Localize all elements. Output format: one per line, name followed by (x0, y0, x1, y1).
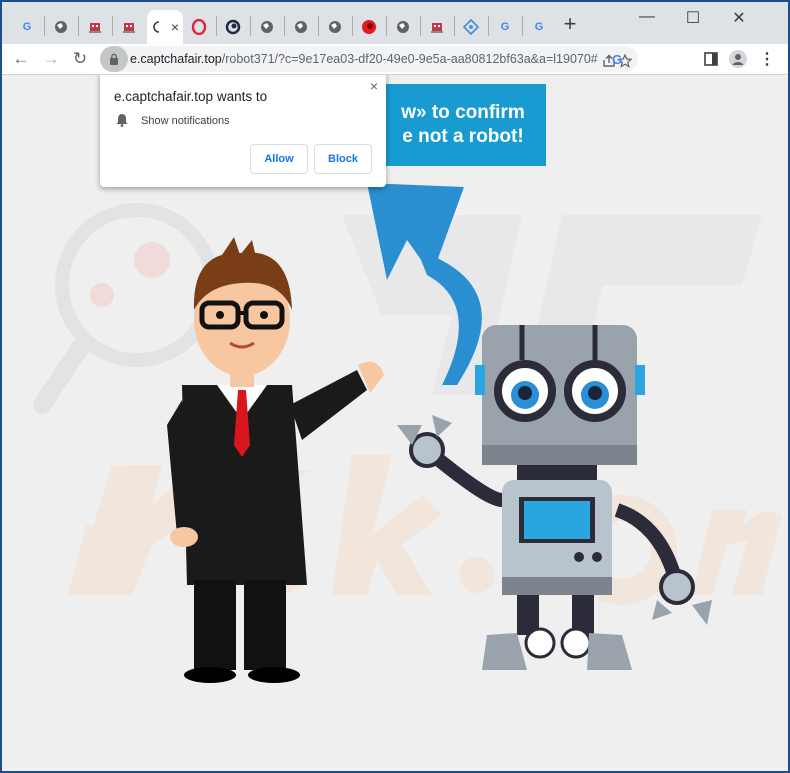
block-button[interactable]: Block (314, 144, 372, 174)
url-text[interactable]: e.captchafair.top/robot371/?c=9e17ea03-d… (130, 52, 598, 66)
tab-16[interactable]: G (524, 10, 554, 44)
address-bar[interactable]: e.captchafair.top/robot371/?c=9e17ea03-d… (100, 46, 638, 72)
tab-13[interactable] (422, 10, 452, 44)
tab-12[interactable] (388, 10, 418, 44)
page-content: w» to confirm e not a robot! e.captchafa… (2, 75, 788, 771)
google-lens-icon[interactable]: G (608, 50, 626, 68)
sidebar-icon[interactable] (702, 50, 720, 68)
tab-4[interactable] (114, 10, 144, 44)
google-g-icon: G (534, 21, 544, 33)
forward-button[interactable]: → (40, 48, 62, 70)
browser-toolbar: ← → ↻ e.captchafair.top/robot371/?c=9e17… (2, 44, 788, 75)
tab-9[interactable] (286, 10, 316, 44)
globe-icon (327, 19, 343, 35)
bell-icon (116, 113, 128, 132)
globe-icon (395, 19, 411, 35)
tab-14[interactable] (456, 10, 486, 44)
prompt-close-button[interactable]: × (370, 78, 378, 94)
maximize-button[interactable]: ☐ (678, 8, 708, 28)
reload-button[interactable]: ↻ (69, 48, 91, 70)
close-window-button[interactable]: ✕ (724, 8, 754, 28)
globe-icon (259, 19, 275, 35)
new-tab-button[interactable]: + (559, 13, 581, 36)
loading-icon (151, 19, 167, 35)
tab-strip: G × G G + — ☐ ✕ (2, 2, 788, 44)
tab-7[interactable] (218, 10, 248, 44)
browser-window: G × G G + — ☐ ✕ ← → ↻ e.captchafair.top/… (2, 2, 788, 771)
swirl-icon (225, 19, 241, 35)
tab-6[interactable] (184, 10, 214, 44)
google-g-icon: G (22, 21, 32, 33)
tab-2[interactable] (46, 10, 76, 44)
opera-icon (191, 19, 207, 35)
puzzle-icon (463, 19, 479, 35)
profile-avatar-icon[interactable] (729, 50, 747, 68)
red-circle-icon (361, 19, 377, 35)
allow-button[interactable]: Allow (250, 144, 308, 174)
tab-10[interactable] (320, 10, 350, 44)
tab-3[interactable] (80, 10, 110, 44)
robot-icon (87, 19, 103, 35)
tab-1[interactable]: G (12, 10, 42, 44)
google-g-icon: G (500, 21, 510, 33)
notification-permission-prompt: e.captchafair.top wants to × Show notifi… (100, 75, 386, 187)
permission-text: Show notifications (141, 115, 230, 127)
robot-illustration (397, 325, 712, 670)
tab-8[interactable] (252, 10, 282, 44)
lock-icon[interactable] (100, 46, 128, 72)
globe-icon (293, 19, 309, 35)
globe-icon (53, 19, 69, 35)
robot-icon (429, 19, 445, 35)
close-tab-icon[interactable]: × (171, 19, 179, 35)
tab-active[interactable]: × (147, 10, 183, 44)
prompt-title: e.captchafair.top wants to (114, 89, 268, 104)
minimize-button[interactable]: — (632, 8, 662, 26)
tab-15[interactable]: G (490, 10, 520, 44)
tab-11[interactable] (354, 10, 384, 44)
robot-icon (121, 19, 137, 35)
menu-kebab-icon[interactable]: ⋮ (758, 50, 776, 68)
back-button[interactable]: ← (10, 48, 32, 70)
